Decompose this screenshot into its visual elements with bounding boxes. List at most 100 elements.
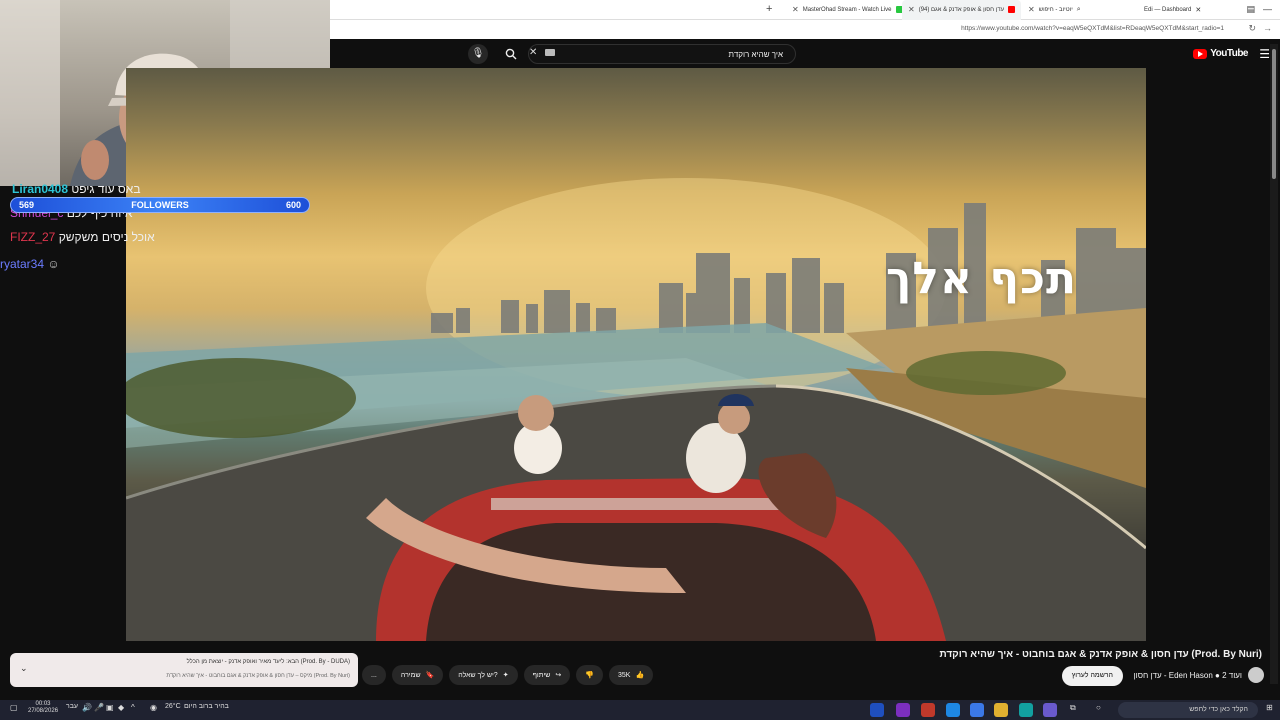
search-box[interactable]: ✕ איך שהיא רוקדת (528, 44, 796, 64)
video-overlay-text: תכף אלך (886, 253, 1078, 304)
youtube-header: 🎙 ✕ איך שהיא רוקדת YouTube ☰ (330, 40, 1280, 68)
app-icon-record[interactable] (921, 703, 935, 717)
followers-goal: 600 (285, 200, 301, 210)
reload-icon[interactable]: ↻ (1248, 23, 1256, 34)
tab-search-icon[interactable]: ▤ (1246, 4, 1255, 15)
tray-chevron-icon[interactable]: ^ (131, 703, 135, 712)
share-button[interactable]: שיתוף ↪ (523, 665, 571, 685)
shield-icon[interactable]: ◆ (118, 703, 124, 712)
playlist-mix-text: מיקס – עדן חסון & אופק אדנק & אגם בוחבוט… (166, 673, 350, 679)
chat-user: FIZZ_27 (10, 230, 56, 244)
video-actions: ... שמירה 🔖 יש לך שאלה? ✦ שיתוף ↪ 👎 35K … (362, 665, 654, 685)
keyboard-icon[interactable] (545, 49, 555, 56)
ask-button[interactable]: יש לך שאלה? ✦ (449, 665, 518, 685)
youtube-play-icon (1193, 48, 1208, 59)
more-icon: ... (371, 671, 377, 679)
subscribe-button[interactable]: הרשמה לערוץ (1061, 666, 1123, 686)
channel-name[interactable]: עדן חסון - Eden Hason ● ועוד 2 (1134, 671, 1242, 680)
app-icon-copilot[interactable] (1043, 703, 1057, 717)
sparkle-icon: ✦ (502, 672, 509, 679)
video-player[interactable]: תכף אלך (126, 68, 1146, 641)
dislike-button[interactable]: 👎 (576, 665, 603, 685)
app-icon-obs[interactable] (896, 703, 910, 717)
cortana-icon[interactable]: ○ (1096, 703, 1101, 712)
playlist-next-card[interactable]: ⌄ הבא: ליעד מאיר ואופק אדנק - יוצאת מן ה… (10, 653, 358, 687)
tab-masterohad[interactable]: ✕ MasterOhad Stream - Watch Live (786, 0, 909, 20)
mic-icon[interactable]: 🎤 (94, 703, 104, 712)
verified-icon: ● (1215, 671, 1220, 680)
app-icon-store[interactable] (970, 703, 984, 717)
taskbar-search[interactable]: הקלד כאן כדי לחפש (1118, 702, 1258, 718)
chat-user: ryatar34 (0, 257, 45, 271)
save-label: שמירה (400, 671, 421, 679)
chat-message: ryatar34 ☺ (0, 257, 60, 271)
chevron-down-icon[interactable]: ⌄ (20, 663, 28, 674)
followers-label: FOLLOWERS (131, 200, 189, 210)
followers-goal-bar: 569 FOLLOWERS 600 (10, 197, 310, 213)
channel-avatar[interactable] (1248, 667, 1264, 683)
followers-current: 569 (19, 200, 35, 210)
browser-tab-strip: + ✕ MasterOhad Stream - Watch Live ✕ (94… (330, 0, 1280, 20)
tab-label: (94) עדן חסון & אופק אדנק & אגם (918, 6, 1005, 13)
youtube-logo[interactable]: YouTube (1193, 48, 1248, 59)
emote-icon: ☺ (47, 257, 60, 271)
weather-text[interactable]: בהיר ברוב היום (184, 703, 229, 710)
chat-text: אוכל ניסים משקשק (58, 230, 155, 244)
notifications-icon[interactable]: ▢ (10, 703, 18, 712)
windows-start-icon[interactable]: ⊞ (1266, 703, 1273, 712)
window-controls: ▤ — (1246, 4, 1272, 15)
app-icon-chrome[interactable] (1019, 703, 1033, 717)
clock[interactable]: 00:03 27/08/2026 (28, 701, 58, 715)
network-icon[interactable]: ▣ (106, 703, 114, 712)
bookmark-icon: 🔖 (425, 672, 435, 679)
clock-time: 00:03 (35, 701, 51, 707)
scrollbar-thumb[interactable] (1272, 49, 1276, 179)
clock-date: 27/08/2026 (28, 708, 59, 714)
tab-label: יוטיוב - חיפוש (1038, 6, 1073, 13)
firefox-icon[interactable]: ◉ (150, 703, 157, 712)
channel-extra: ועוד 2 (1222, 671, 1242, 680)
taskbar-search-placeholder: הקלד כאן כדי לחפש (1189, 706, 1248, 713)
chat-message: Liran0408 באס עוד גיפט (12, 182, 141, 196)
page-scrollbar[interactable] (1270, 44, 1278, 684)
share-icon: ↪ (555, 672, 562, 679)
search-input[interactable]: איך שהיא רוקדת (729, 50, 783, 59)
tab-youtube-video[interactable]: ✕ (94) עדן חסון & אופק אדנק & אגם (902, 0, 1022, 20)
app-icon-bluesky[interactable] (870, 703, 884, 717)
language-indicator[interactable]: עבר (66, 703, 78, 710)
folder-icon[interactable] (994, 703, 1008, 717)
task-view-icon[interactable]: ⧉ (1070, 703, 1076, 713)
search-button[interactable] (500, 44, 522, 64)
youtube-icon (1008, 6, 1016, 13)
like-count: 35K (617, 671, 631, 679)
search-icon (505, 48, 517, 60)
video-frame (126, 178, 1146, 641)
tab-youtube-search[interactable]: ✕ יוטיוב - חיפוש ⌕ (1022, 0, 1087, 20)
new-tab-button[interactable]: + (766, 3, 772, 15)
menu-icon[interactable]: ☰ (1259, 47, 1270, 61)
windows-taskbar: ▢ 00:03 27/08/2026 עבר 🔊 🎤 ▣ ◆ ^ ◉ 26°C … (0, 700, 1280, 720)
like-button[interactable]: 35K 👍 (608, 665, 654, 685)
url-text[interactable]: https://www.youtube.com/watch?v=eaqW5eQX… (961, 25, 1224, 32)
close-icon[interactable]: ✕ (792, 5, 799, 14)
back-arrow-icon[interactable]: → (1263, 23, 1272, 33)
minimize-icon[interactable]: — (1263, 4, 1272, 15)
save-button[interactable]: שמירה 🔖 (391, 665, 444, 685)
address-bar[interactable]: https://www.youtube.com/watch?v=eaqW5eQX… (330, 20, 1280, 39)
app-icon-edge[interactable] (946, 703, 960, 717)
chat-message: FIZZ_27 אוכל ניסים משקשק (10, 230, 155, 244)
clear-search-icon[interactable]: ✕ (529, 47, 537, 58)
tab-label: Edi — Dashboard (1144, 6, 1192, 13)
playlist-next-text: הבא: ליעד מאיר ואופק אדנק - יוצאת מן הכל… (186, 659, 350, 665)
close-icon[interactable]: ✕ (908, 5, 915, 14)
close-icon[interactable]: ✕ (1195, 6, 1201, 14)
volume-icon[interactable]: 🔊 (82, 703, 92, 712)
weather-temp[interactable]: 26°C (165, 703, 181, 710)
close-icon[interactable]: ✕ (1028, 5, 1035, 14)
video-title: עדן חסון & אופק אדנק & אגם בוחבוט - איך … (939, 649, 1262, 660)
voice-search-button[interactable]: 🎙 (468, 44, 488, 64)
ask-label: יש לך שאלה? (458, 671, 498, 679)
video-info: ⌄ הבא: ליעד מאיר ואופק אדנק - יוצאת מן ה… (2, 641, 1268, 699)
tab-dashboard[interactable]: Edi — Dashboard ✕ (1138, 0, 1207, 20)
more-actions-button[interactable]: ... (362, 665, 386, 685)
